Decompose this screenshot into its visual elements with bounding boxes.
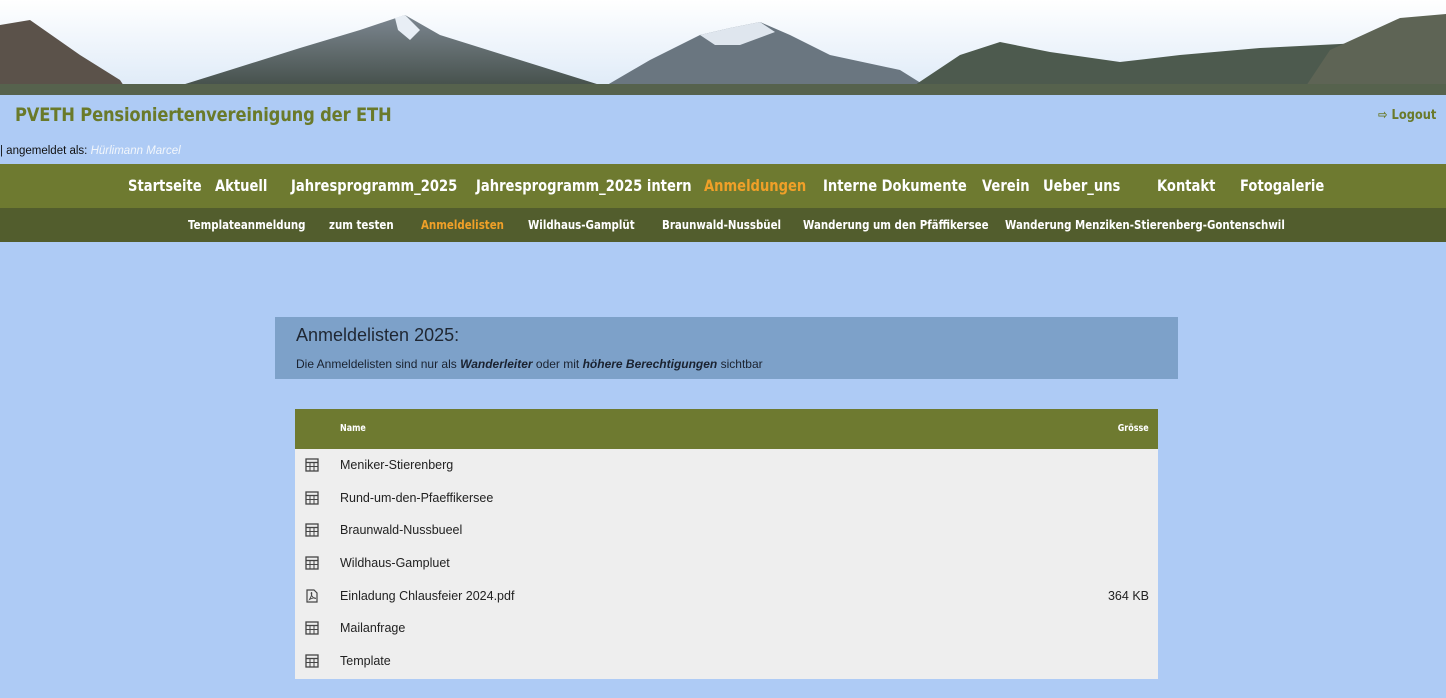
subnav-item-zum-testen[interactable]: zum testen bbox=[329, 208, 394, 242]
nav-item-jahresprogramm-2025-intern[interactable]: Jahresprogramm_2025 intern bbox=[476, 164, 692, 208]
subnav-item-wildhaus-gamplut[interactable]: Wildhaus-Gamplüt bbox=[528, 208, 635, 242]
header-banner-image bbox=[0, 0, 1446, 95]
nav-item-fotogalerie[interactable]: Fotogalerie bbox=[1240, 164, 1324, 208]
sub-navigation: Templateanmeldung zum testen Anmeldelist… bbox=[0, 208, 1446, 242]
nav-item-interne-dokumente[interactable]: Interne Dokumente bbox=[823, 164, 967, 208]
file-row[interactable]: Einladung Chlausfeier 2024.pdf 364 KB bbox=[295, 580, 1158, 613]
logout-icon: ⇨ bbox=[1377, 108, 1388, 123]
logged-in-label: | angemeldet als: bbox=[0, 145, 88, 157]
file-row[interactable]: Braunwald-Nussbueel bbox=[295, 514, 1158, 547]
spreadsheet-icon bbox=[305, 621, 319, 636]
pdf-file-icon bbox=[305, 589, 319, 603]
nav-item-kontakt[interactable]: Kontakt bbox=[1157, 164, 1225, 208]
logout-button[interactable]: ⇨ Logout bbox=[1378, 108, 1436, 123]
spreadsheet-icon bbox=[305, 458, 319, 472]
column-header-size[interactable]: Grösse bbox=[1118, 409, 1149, 449]
page-title: Anmeldelisten 2025: bbox=[296, 325, 460, 345]
file-name[interactable]: Rund-um-den-Pfaeffikersee bbox=[340, 482, 493, 515]
file-table-header: Name Grösse bbox=[295, 409, 1158, 449]
nav-item-ueber-uns[interactable]: Ueber_uns bbox=[1043, 164, 1136, 208]
desc-text-2: oder mit bbox=[532, 357, 583, 371]
page-description: Die Anmeldelisten sind nur als Wanderlei… bbox=[296, 357, 763, 371]
logged-in-user-name: Hürlimann Marcel bbox=[90, 145, 181, 157]
file-size: 364 KB bbox=[1107, 588, 1149, 603]
login-status: | angemeldet als: Hürlimann Marcel bbox=[0, 145, 181, 157]
file-name[interactable]: Braunwald-Nussbueel bbox=[340, 514, 462, 547]
desc-text-1: Die Anmeldelisten sind nur als bbox=[296, 357, 461, 371]
main-navigation: Startseite Aktuell Jahresprogramm_2025 J… bbox=[0, 164, 1446, 208]
subnav-item-anmeldelisten[interactable]: Anmeldelisten bbox=[421, 208, 504, 242]
subnav-item-wanderung-pfaeffikersee[interactable]: Wanderung um den Pfäffikersee bbox=[803, 208, 989, 242]
nav-item-startseite[interactable]: Startseite bbox=[128, 164, 202, 208]
file-name[interactable]: Mailanfrage bbox=[340, 612, 405, 645]
file-row[interactable]: Rund-um-den-Pfaeffikersee bbox=[295, 482, 1158, 515]
subnav-item-wanderung-menziken[interactable]: Wanderung Menziken-Stierenberg-Gontensch… bbox=[1005, 208, 1285, 242]
subnav-item-braunwald-nussbuel[interactable]: Braunwald-Nussbüel bbox=[662, 208, 781, 242]
file-row[interactable]: Mailanfrage bbox=[295, 612, 1158, 645]
logout-label: Logout bbox=[1391, 108, 1436, 123]
spreadsheet-icon bbox=[305, 556, 319, 570]
file-row[interactable]: Wildhaus-Gampluet bbox=[295, 547, 1158, 580]
nav-item-anmeldungen[interactable]: Anmeldungen bbox=[704, 164, 806, 208]
site-title: PVETH Pensioniertenvereinigung der ETH bbox=[15, 104, 392, 126]
file-name[interactable]: Meniker-Stierenberg bbox=[340, 449, 453, 482]
file-row[interactable]: Template bbox=[295, 645, 1158, 678]
desc-bold-wanderleiter: Wanderleiter bbox=[460, 357, 533, 371]
page-heading-box: Anmeldelisten 2025: Die Anmeldelisten si… bbox=[275, 317, 1178, 379]
spreadsheet-icon bbox=[305, 523, 319, 538]
file-list: Meniker-Stierenberg Rund-um-den-Pfaeffike… bbox=[295, 449, 1158, 678]
desc-text-3: sichtbar bbox=[717, 357, 763, 371]
nav-item-jahresprogramm-2025[interactable]: Jahresprogramm_2025 bbox=[291, 164, 457, 208]
subnav-item-templateanmeldung[interactable]: Templateanmeldung bbox=[188, 208, 306, 242]
spreadsheet-icon bbox=[305, 654, 319, 668]
spreadsheet-icon bbox=[305, 491, 319, 505]
nav-item-aktuell[interactable]: Aktuell bbox=[215, 164, 277, 208]
file-table: Name Grösse Meniker-Stierenberg Rund-um-d… bbox=[295, 409, 1158, 679]
nav-item-verein[interactable]: Verein bbox=[982, 164, 1032, 208]
file-row[interactable]: Meniker-Stierenberg bbox=[295, 449, 1158, 482]
file-name[interactable]: Einladung Chlausfeier 2024.pdf bbox=[340, 580, 514, 613]
file-name[interactable]: Wildhaus-Gampluet bbox=[340, 547, 450, 580]
column-header-name[interactable]: Name bbox=[340, 409, 366, 449]
file-name[interactable]: Template bbox=[340, 645, 391, 678]
desc-bold-berechtigungen: höhere Berechtigungen bbox=[582, 357, 718, 371]
